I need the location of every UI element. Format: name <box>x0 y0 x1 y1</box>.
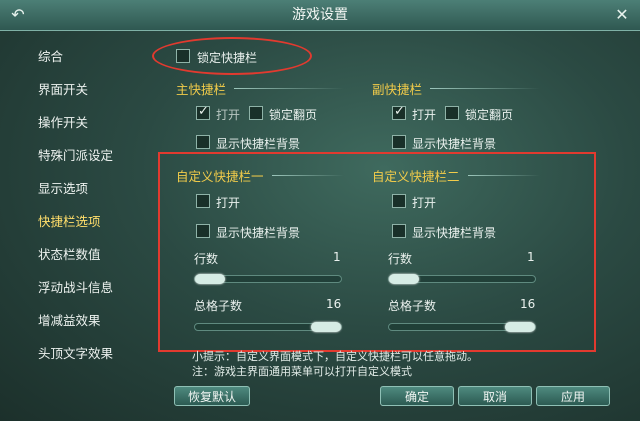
window-title: 游戏设置 <box>292 7 348 23</box>
custom2-open-checkbox[interactable] <box>392 194 406 208</box>
custom2-rows-slider[interactable] <box>388 274 536 284</box>
sidebar-item-general[interactable]: 综合 <box>22 44 162 70</box>
custom1-title: 自定义快捷栏一 <box>176 169 264 184</box>
slider-thumb[interactable] <box>505 322 535 332</box>
sub-show-bg-label: 显示快捷栏背景 <box>412 137 497 151</box>
sidebar-item-status-values[interactable]: 状态栏数值 <box>22 242 162 268</box>
apply-button[interactable]: 应用 <box>536 386 610 406</box>
close-icon[interactable]: ✕ <box>612 5 632 25</box>
divider <box>234 88 344 89</box>
restore-defaults-button[interactable]: 恢复默认 <box>174 386 250 406</box>
sub-lock-page-checkbox[interactable] <box>445 106 459 120</box>
note-text: 注：游戏主界面通用菜单可以打开自定义模式 <box>192 365 412 378</box>
divider <box>430 88 540 89</box>
main-lock-page-label: 锁定翻页 <box>269 108 318 122</box>
custom1-slots-slider[interactable] <box>194 322 342 332</box>
main-show-bg-label: 显示快捷栏背景 <box>216 137 301 151</box>
custom1-show-bg-checkbox[interactable] <box>196 224 210 238</box>
sidebar-item-ui-toggles[interactable]: 界面开关 <box>22 77 162 103</box>
custom1-rows-label: 行数 <box>194 252 219 266</box>
custom2-show-bg-checkbox[interactable] <box>392 224 406 238</box>
divider <box>468 175 540 176</box>
main-hotbar-title: 主快捷栏 <box>176 82 227 97</box>
custom2-slots-slider[interactable] <box>388 322 536 332</box>
sub-open-label: 打开 <box>412 108 437 122</box>
title-bar: ↶ 游戏设置 ✕ <box>0 0 640 31</box>
slider-thumb[interactable] <box>389 274 419 284</box>
slider-thumb[interactable] <box>195 274 225 284</box>
slider-thumb[interactable] <box>311 322 341 332</box>
sub-show-bg-checkbox[interactable] <box>392 135 406 149</box>
sub-open-checkbox[interactable] <box>392 104 406 120</box>
custom2-slots-value: 16 <box>520 297 536 311</box>
main-show-bg-checkbox[interactable] <box>196 135 210 149</box>
custom1-show-bg-label: 显示快捷栏背景 <box>216 226 301 240</box>
sidebar-item-buffs[interactable]: 增减益效果 <box>22 308 162 334</box>
tip-text: 小提示：自定义界面模式下，自定义快捷栏可以任意拖动。 <box>192 350 478 363</box>
cancel-button[interactable]: 取消 <box>458 386 532 406</box>
custom2-show-bg-label: 显示快捷栏背景 <box>412 226 497 240</box>
custom1-slots-label: 总格子数 <box>194 299 243 313</box>
sub-lock-page-label: 锁定翻页 <box>465 108 514 122</box>
sidebar-item-hotbar-options[interactable]: 快捷栏选项 <box>22 209 162 235</box>
custom1-open-checkbox[interactable] <box>196 194 210 208</box>
custom1-slots-value: 16 <box>326 297 342 311</box>
sidebar-item-overhead-text[interactable]: 头顶文字效果 <box>22 341 162 367</box>
custom2-title: 自定义快捷栏二 <box>372 169 460 184</box>
custom1-rows-slider[interactable] <box>194 274 342 284</box>
sidebar-item-special-sect[interactable]: 特殊门派设定 <box>22 143 162 169</box>
custom1-rows-value: 1 <box>333 250 341 264</box>
sub-hotbar-title: 副快捷栏 <box>372 82 423 97</box>
ok-button[interactable]: 确定 <box>380 386 454 406</box>
custom2-open-label: 打开 <box>412 196 437 210</box>
custom2-rows-value: 1 <box>527 250 535 264</box>
custom2-slots-label: 总格子数 <box>388 299 437 313</box>
custom2-rows-label: 行数 <box>388 252 413 266</box>
main-open-label: 打开 <box>216 108 241 122</box>
sidebar-item-floating-combat[interactable]: 浮动战斗信息 <box>22 275 162 301</box>
sidebar-item-display[interactable]: 显示选项 <box>22 176 162 202</box>
main-open-checkbox[interactable] <box>196 104 210 120</box>
settings-window: ↶ 游戏设置 ✕ 综合 界面开关 操作开关 特殊门派设定 显示选项 快捷栏选项 … <box>0 0 640 421</box>
highlight-ellipse <box>152 37 312 75</box>
divider <box>272 175 344 176</box>
custom1-open-label: 打开 <box>216 196 241 210</box>
main-lock-page-checkbox[interactable] <box>249 106 263 120</box>
sidebar-item-operation-toggles[interactable]: 操作开关 <box>22 110 162 136</box>
